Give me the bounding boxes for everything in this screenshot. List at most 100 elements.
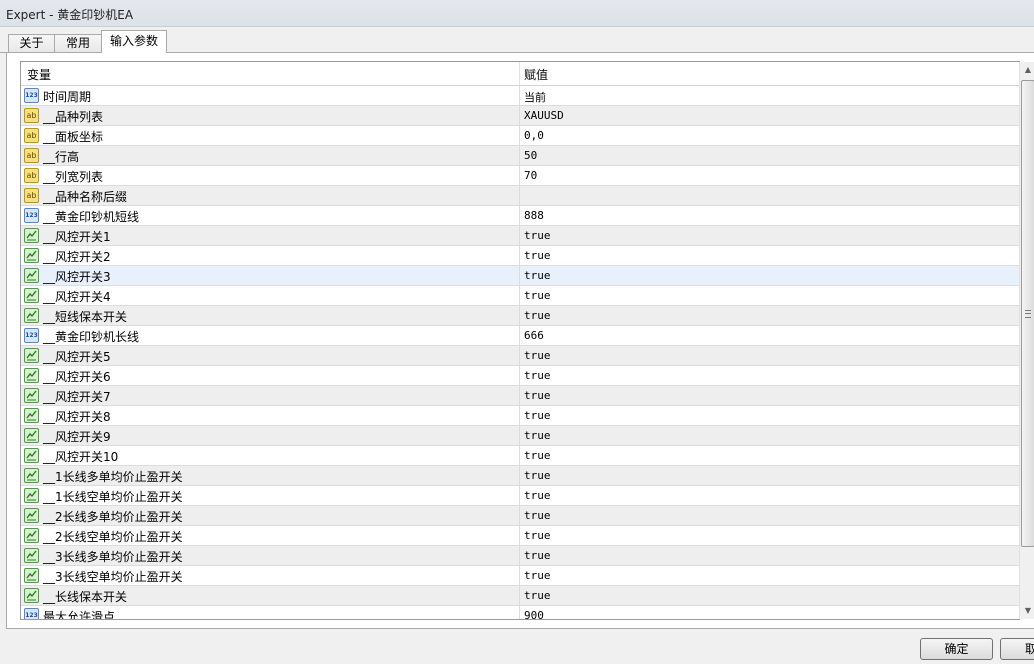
parameter-value[interactable]: true xyxy=(524,529,551,542)
tab-about[interactable]: 关于 xyxy=(8,34,55,52)
boolean-type-icon xyxy=(24,508,39,523)
parameter-value[interactable]: 50 xyxy=(524,149,537,162)
parameter-value[interactable]: true xyxy=(524,469,551,482)
cell-separator xyxy=(519,406,520,426)
parameter-name: __3长线多单均价止盈开关 xyxy=(43,550,183,564)
parameter-row[interactable]: __风控开关9 true xyxy=(21,426,1019,446)
parameter-name: __风控开关9 xyxy=(43,430,111,444)
cell-separator xyxy=(519,386,520,406)
parameter-row[interactable]: __风控开关5 true xyxy=(21,346,1019,366)
parameter-row[interactable]: 123 最大允许滑点 900 xyxy=(21,606,1019,619)
parameter-row[interactable]: __风控开关3 true xyxy=(21,266,1019,286)
column-header-value[interactable]: 赋值 xyxy=(524,66,548,83)
parameter-row[interactable]: __风控开关10 true xyxy=(21,446,1019,466)
cancel-button[interactable]: 取 xyxy=(1000,638,1034,660)
boolean-type-icon xyxy=(24,368,39,383)
parameter-value[interactable]: true xyxy=(524,269,551,282)
boolean-type-icon xyxy=(24,428,39,443)
parameter-name: __2长线多单均价止盈开关 xyxy=(43,510,183,524)
parameter-value[interactable]: 666 xyxy=(524,329,544,342)
parameter-row[interactable]: __3长线多单均价止盈开关 true xyxy=(21,546,1019,566)
parameter-row[interactable]: __风控开关7 true xyxy=(21,386,1019,406)
vertical-scrollbar[interactable]: ▲ ▼ xyxy=(1019,62,1034,619)
parameter-value[interactable]: 70 xyxy=(524,169,537,182)
parameter-row[interactable]: __长线保本开关 true xyxy=(21,586,1019,606)
integer-type-icon: 123 xyxy=(24,328,39,343)
cell-separator xyxy=(519,186,520,206)
parameter-row[interactable]: ab __列宽列表 70 xyxy=(21,166,1019,186)
cell-separator xyxy=(519,206,520,226)
cell-separator xyxy=(519,606,520,619)
parameter-value[interactable]: true xyxy=(524,589,551,602)
parameter-row[interactable]: ab __面板坐标 0,0 xyxy=(21,126,1019,146)
parameter-name: __风控开关8 xyxy=(43,410,111,424)
parameter-value[interactable]: true xyxy=(524,509,551,522)
parameter-value[interactable]: 900 xyxy=(524,609,544,619)
cell-separator xyxy=(519,586,520,606)
parameter-row[interactable]: __2长线多单均价止盈开关 true xyxy=(21,506,1019,526)
parameter-value[interactable]: true xyxy=(524,409,551,422)
parameter-value[interactable]: true xyxy=(524,449,551,462)
scroll-down-arrow-icon[interactable]: ▼ xyxy=(1020,603,1034,619)
string-type-icon: ab xyxy=(24,128,39,143)
parameter-row[interactable]: 123 __黄金印钞机短线 888 xyxy=(21,206,1019,226)
parameter-value[interactable]: true xyxy=(524,289,551,302)
cell-separator xyxy=(519,226,520,246)
column-header-variable[interactable]: 变量 xyxy=(27,66,51,83)
parameter-row[interactable]: __风控开关1 true xyxy=(21,226,1019,246)
parameter-value[interactable]: 当前 xyxy=(524,89,546,105)
parameter-row[interactable]: __风控开关4 true xyxy=(21,286,1019,306)
parameter-row[interactable]: __1长线空单均价止盈开关 true xyxy=(21,486,1019,506)
parameter-row[interactable]: __1长线多单均价止盈开关 true xyxy=(21,466,1019,486)
parameter-name: __1长线多单均价止盈开关 xyxy=(43,470,183,484)
column-separator[interactable] xyxy=(519,62,520,85)
cell-separator xyxy=(519,246,520,266)
parameter-row[interactable]: __短线保本开关 true xyxy=(21,306,1019,326)
parameter-name: __面板坐标 xyxy=(43,130,104,144)
parameter-value[interactable]: true xyxy=(524,429,551,442)
cell-separator xyxy=(519,566,520,586)
ok-button[interactable]: 确定 xyxy=(920,638,993,660)
parameter-row[interactable]: ab __品种列表 XAUUSD xyxy=(21,106,1019,126)
parameter-row[interactable]: 123 时间周期 当前 xyxy=(21,86,1019,106)
parameter-name: __黄金印钞机短线 xyxy=(43,210,140,224)
parameter-name: __风控开关7 xyxy=(43,390,111,404)
parameter-value[interactable]: 0,0 xyxy=(524,129,544,142)
parameter-value[interactable]: true xyxy=(524,569,551,582)
parameter-value[interactable]: 888 xyxy=(524,209,544,222)
tab-bar: 关于 常用 输入参数 xyxy=(0,29,1034,53)
parameter-value[interactable]: true xyxy=(524,229,551,242)
parameter-row[interactable]: __风控开关6 true xyxy=(21,366,1019,386)
parameter-row[interactable]: __2长线空单均价止盈开关 true xyxy=(21,526,1019,546)
parameter-row[interactable]: __风控开关2 true xyxy=(21,246,1019,266)
parameter-row[interactable]: __3长线空单均价止盈开关 true xyxy=(21,566,1019,586)
tab-inputs[interactable]: 输入参数 xyxy=(101,30,167,53)
boolean-type-icon xyxy=(24,468,39,483)
parameter-value[interactable]: XAUUSD xyxy=(524,109,564,122)
scrollbar-thumb[interactable] xyxy=(1021,80,1034,547)
parameter-row[interactable]: ab __品种名称后缀 xyxy=(21,186,1019,206)
parameter-row[interactable]: ab __行高 50 xyxy=(21,146,1019,166)
cell-separator xyxy=(519,426,520,446)
cell-separator xyxy=(519,306,520,326)
parameter-row[interactable]: __风控开关8 true xyxy=(21,406,1019,426)
cell-separator xyxy=(519,166,520,186)
boolean-type-icon xyxy=(24,388,39,403)
integer-type-icon: 123 xyxy=(24,208,39,223)
string-type-icon: ab xyxy=(24,148,39,163)
scroll-up-arrow-icon[interactable]: ▲ xyxy=(1020,62,1034,78)
parameter-value[interactable]: true xyxy=(524,369,551,382)
boolean-type-icon xyxy=(24,248,39,263)
string-type-icon: ab xyxy=(24,168,39,183)
parameter-value[interactable]: true xyxy=(524,349,551,362)
parameter-name: __风控开关1 xyxy=(43,230,111,244)
parameter-value[interactable]: true xyxy=(524,249,551,262)
parameter-value[interactable]: true xyxy=(524,489,551,502)
tab-common[interactable]: 常用 xyxy=(54,34,102,52)
parameter-row[interactable]: 123 __黄金印钞机长线 666 xyxy=(21,326,1019,346)
parameter-value[interactable]: true xyxy=(524,549,551,562)
parameter-value[interactable]: true xyxy=(524,309,551,322)
parameter-value[interactable]: true xyxy=(524,389,551,402)
grid-rows: 123 时间周期 当前 ab __品种列表 XAUUSD ab __面板坐标 0,0 ab __行高… xyxy=(21,86,1019,619)
cell-separator xyxy=(519,526,520,546)
